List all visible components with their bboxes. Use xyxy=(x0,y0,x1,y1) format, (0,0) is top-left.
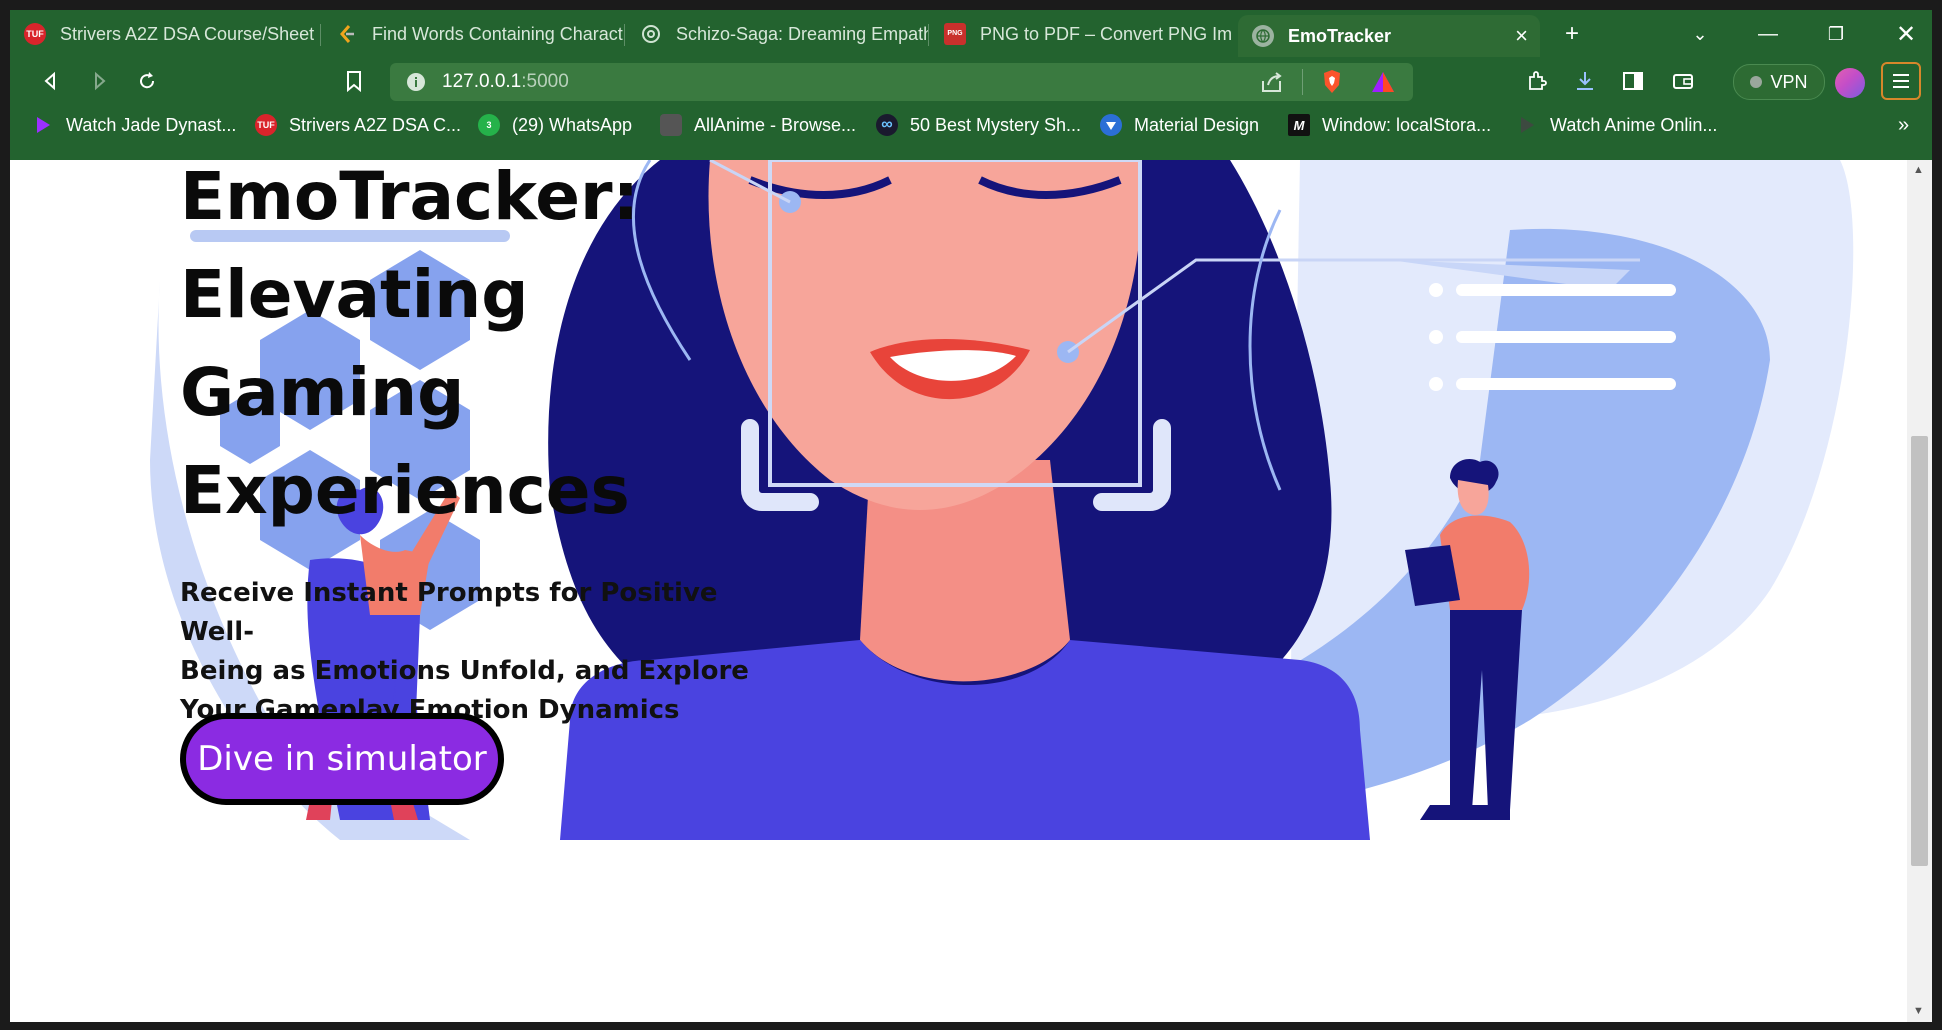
bookmarks-bar: Watch Jade Dynast... TUF Strivers A2Z DS… xyxy=(10,105,1932,145)
play-icon xyxy=(1516,114,1538,136)
bookmark-label: AllAnime - Browse... xyxy=(694,114,857,135)
infinity-icon: ∞ xyxy=(876,114,898,136)
download-icon[interactable] xyxy=(1568,65,1602,97)
hero-subtitle: Receive Instant Prompts for Positive Wel… xyxy=(180,574,780,730)
tab-title: PNG to PDF – Convert PNG Ima xyxy=(980,23,1232,44)
hero-text-block: EmoTracker: Elevating Gaming Experiences… xyxy=(180,160,800,725)
close-window-button[interactable]: ✕ xyxy=(1886,16,1926,52)
address-bar[interactable]: 127.0.0.1:5000 xyxy=(390,63,1413,101)
extensions-icon[interactable] xyxy=(1520,65,1554,97)
brave-shields-icon[interactable] xyxy=(1320,69,1344,100)
tab-title: Schizo-Saga: Dreaming Empath xyxy=(676,23,928,44)
tuf-logo-icon: TUF xyxy=(24,23,46,45)
mdn-icon: M xyxy=(1288,114,1310,136)
bookmark-item[interactable]: 3 (29) WhatsApp xyxy=(478,111,632,139)
scroll-up-arrow-icon[interactable]: ▲ xyxy=(1913,164,1924,176)
tab-divider xyxy=(928,24,929,46)
leetcode-icon xyxy=(336,23,358,45)
whatsapp-icon: 3 xyxy=(478,114,500,136)
tab-emotracker[interactable]: EmoTracker × xyxy=(1238,15,1540,57)
material-icon xyxy=(1100,114,1122,136)
chatgpt-icon xyxy=(640,23,662,45)
sidebar-toggle-icon[interactable] xyxy=(1616,65,1650,97)
tab-divider xyxy=(624,24,625,46)
bookmark-label: Strivers A2Z DSA C... xyxy=(289,114,462,135)
allanime-icon xyxy=(660,114,682,136)
wallet-icon[interactable] xyxy=(1666,65,1700,97)
page-scrollbar[interactable]: ▲ ▼ xyxy=(1907,160,1932,1022)
hero-title: EmoTracker: Elevating Gaming Experiences xyxy=(180,160,800,540)
hero-subtitle-line: Being as Emotions Unfold, and Explore xyxy=(180,656,749,686)
omnibox-divider xyxy=(1302,69,1303,95)
bookmark-label: Window: localStora... xyxy=(1322,114,1492,135)
bookmark-item[interactable]: ∞ 50 Best Mystery Sh... xyxy=(876,111,1081,139)
bookmark-item[interactable]: Watch Jade Dynast... xyxy=(32,111,236,139)
bookmark-item[interactable]: TUF Strivers A2Z DSA C... xyxy=(255,111,461,139)
vpn-label: VPN xyxy=(1770,71,1808,92)
bookmark-label: Material Design xyxy=(1134,114,1260,135)
hamburger-icon xyxy=(1893,74,1909,88)
reload-button[interactable] xyxy=(130,65,164,97)
bookmark-item[interactable]: M Window: localStora... xyxy=(1288,111,1491,139)
tab-schizo-saga[interactable]: Schizo-Saga: Dreaming Empath xyxy=(626,15,928,53)
restore-button[interactable]: ❐ xyxy=(1816,16,1856,52)
toolbar: 127.0.0.1:5000 VPN xyxy=(10,57,1932,105)
url-text: 127.0.0.1:5000 xyxy=(442,71,569,93)
back-button[interactable] xyxy=(34,65,68,97)
tab-divider xyxy=(320,24,321,46)
url-host: 127.0.0.1 xyxy=(442,71,522,92)
hero-title-line: Gaming xyxy=(180,354,465,431)
profile-avatar[interactable] xyxy=(1835,68,1865,98)
tab-title: EmoTracker xyxy=(1288,25,1392,46)
url-port: :5000 xyxy=(521,71,569,92)
browser-window: TUF Strivers A2Z DSA Course/Sheet Find W… xyxy=(10,10,1932,1022)
bookmark-label: Watch Anime Onlin... xyxy=(1550,114,1718,135)
bookmark-item[interactable]: Material Design xyxy=(1100,111,1259,139)
forward-button[interactable] xyxy=(82,65,116,97)
tab-search-chevron-icon[interactable]: ⌄ xyxy=(1680,16,1720,52)
scrollbar-thumb[interactable] xyxy=(1911,436,1928,866)
tab-strip: TUF Strivers A2Z DSA Course/Sheet Find W… xyxy=(10,10,1932,57)
bookmark-item[interactable]: Watch Anime Onlin... xyxy=(1516,111,1717,139)
site-info-icon[interactable] xyxy=(406,72,426,97)
tuf-logo-icon: TUF xyxy=(255,114,277,136)
bookmark-label: 50 Best Mystery Sh... xyxy=(910,114,1082,135)
tab-find-words[interactable]: Find Words Containing Charact xyxy=(322,15,624,53)
share-icon[interactable] xyxy=(1260,71,1284,98)
page-viewport: EmoTracker: Elevating Gaming Experiences… xyxy=(10,160,1932,1022)
vpn-button[interactable]: VPN xyxy=(1733,64,1825,100)
bookmark-label: (29) WhatsApp xyxy=(512,114,633,135)
globe-icon xyxy=(1252,25,1274,47)
dive-in-simulator-button[interactable]: Dive in simulator xyxy=(180,713,504,805)
brave-rewards-icon[interactable] xyxy=(1370,70,1396,99)
scroll-down-arrow-icon[interactable]: ▼ xyxy=(1913,1005,1924,1017)
bookmark-icon[interactable] xyxy=(337,65,371,97)
bookmark-item[interactable]: AllAnime - Browse... xyxy=(660,111,856,139)
tab-title: Find Words Containing Charact xyxy=(372,23,623,44)
tab-strivers[interactable]: TUF Strivers A2Z DSA Course/Sheet xyxy=(10,15,320,53)
hero-subtitle-line: Receive Instant Prompts for Positive Wel… xyxy=(180,578,718,647)
main-menu-button[interactable] xyxy=(1881,62,1921,100)
bookmark-label: Watch Jade Dynast... xyxy=(66,114,237,135)
hero-title-line: Elevating xyxy=(180,256,529,333)
hero-title-line: Experiences xyxy=(180,452,630,529)
tab-png-to-pdf[interactable]: PNG PNG to PDF – Convert PNG Ima xyxy=(930,15,1232,53)
vpn-status-icon xyxy=(1750,76,1763,88)
tab-title: Strivers A2Z DSA Course/Sheet xyxy=(60,23,315,44)
hero-title-line: EmoTracker: xyxy=(180,160,640,235)
play-icon xyxy=(32,114,54,136)
new-tab-button[interactable]: + xyxy=(1552,16,1592,52)
png-pdf-icon: PNG xyxy=(944,23,966,45)
bookmarks-overflow-button[interactable]: » xyxy=(1898,111,1909,139)
close-tab-icon[interactable]: × xyxy=(1515,23,1528,49)
minimize-button[interactable]: — xyxy=(1748,16,1788,52)
